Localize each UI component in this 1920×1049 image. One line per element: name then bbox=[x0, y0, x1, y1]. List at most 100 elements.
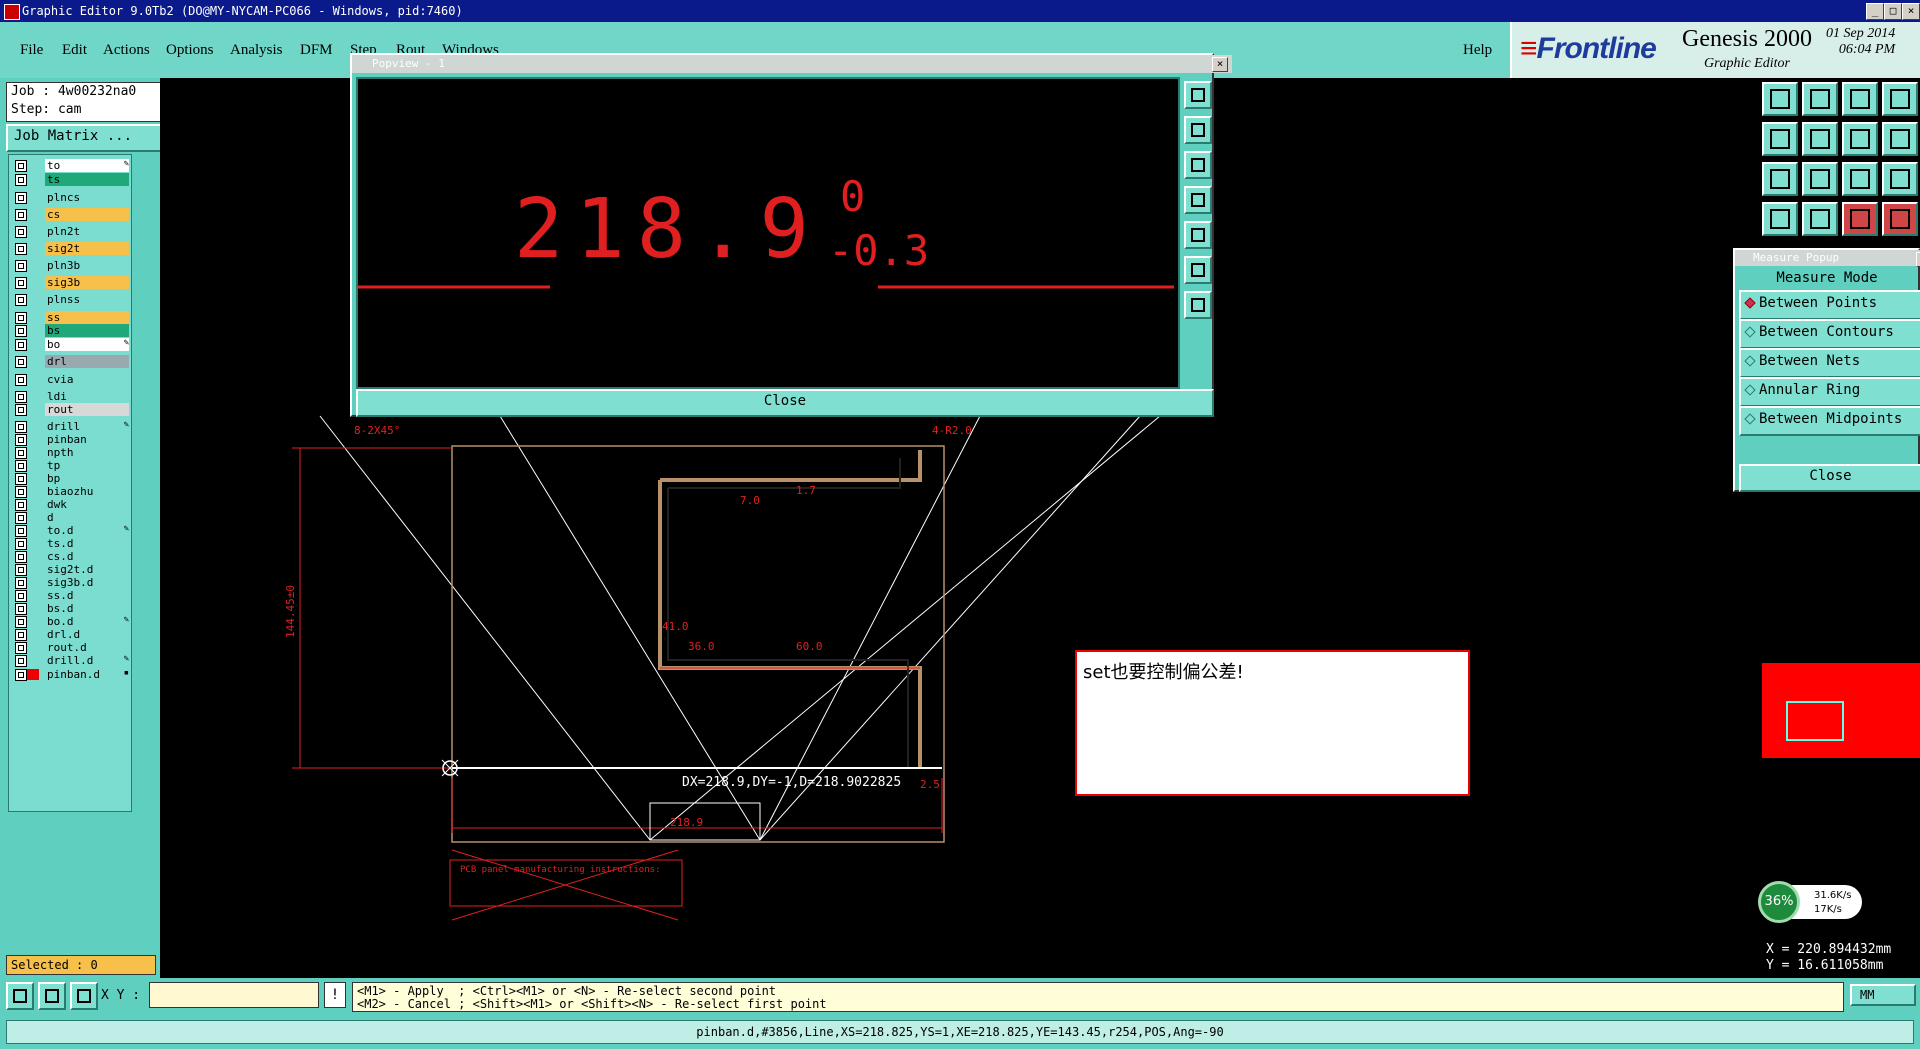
layer-name[interactable]: ts.d bbox=[45, 537, 129, 550]
xy-input[interactable] bbox=[149, 982, 319, 1008]
layer-name[interactable]: bp bbox=[45, 472, 129, 485]
layer-row[interactable]: pln3b bbox=[9, 259, 131, 273]
layer-checkbox[interactable] bbox=[15, 339, 27, 351]
layer-row[interactable]: sig2t bbox=[9, 242, 131, 256]
layer-name[interactable]: drill.d bbox=[45, 654, 129, 667]
layer-checkbox[interactable] bbox=[15, 209, 27, 221]
unit-selector[interactable]: MM bbox=[1850, 984, 1916, 1006]
layer-name[interactable]: plncs bbox=[45, 191, 129, 204]
layer-name[interactable]: drill bbox=[45, 420, 129, 433]
layer-row[interactable]: drill.d ✎ bbox=[9, 654, 131, 668]
alert-button[interactable]: ! bbox=[324, 982, 346, 1008]
layer-name[interactable]: ss bbox=[45, 311, 129, 324]
layer-row[interactable]: pln2t bbox=[9, 225, 131, 239]
measure-option-between-nets[interactable]: Between Nets bbox=[1739, 348, 1920, 378]
layer-checkbox[interactable] bbox=[15, 277, 27, 289]
angle-button[interactable] bbox=[38, 982, 66, 1010]
layer-checkbox[interactable] bbox=[15, 551, 27, 563]
overview-viewport[interactable] bbox=[1786, 701, 1844, 741]
popview-tool-button[interactable] bbox=[1184, 256, 1212, 284]
tool-button[interactable] bbox=[1762, 162, 1798, 196]
popview-tool-button[interactable] bbox=[1184, 221, 1212, 249]
tool-button[interactable] bbox=[1802, 122, 1838, 156]
snap-button[interactable] bbox=[6, 982, 34, 1010]
layer-name[interactable]: ts bbox=[45, 173, 129, 186]
layer-checkbox[interactable] bbox=[15, 590, 27, 602]
layer-name[interactable]: rout bbox=[45, 403, 129, 416]
layer-row[interactable]: ts.d bbox=[9, 537, 131, 551]
tool-button[interactable] bbox=[1762, 82, 1798, 116]
layer-row[interactable]: drl bbox=[9, 355, 131, 369]
measure-option-annular-ring[interactable]: Annular Ring bbox=[1739, 377, 1920, 407]
layer-checkbox[interactable] bbox=[15, 312, 27, 324]
tool-button[interactable] bbox=[1882, 162, 1918, 196]
layer-name[interactable]: tp bbox=[45, 459, 129, 472]
menu-dfm[interactable]: DFM bbox=[300, 42, 333, 59]
tool-button[interactable] bbox=[1842, 82, 1878, 116]
layer-checkbox[interactable] bbox=[15, 226, 27, 238]
layer-name[interactable]: rout.d bbox=[45, 641, 129, 654]
layer-checkbox[interactable] bbox=[15, 473, 27, 485]
tool-button[interactable] bbox=[1802, 82, 1838, 116]
layer-row[interactable]: cs.d bbox=[9, 550, 131, 564]
layer-row[interactable]: pinban bbox=[9, 433, 131, 447]
layer-row[interactable]: dwk bbox=[9, 498, 131, 512]
layer-row[interactable]: tp bbox=[9, 459, 131, 473]
layer-name[interactable]: plnss bbox=[45, 293, 129, 306]
layer-name[interactable]: cs.d bbox=[45, 550, 129, 563]
measure-option-between-midpoints[interactable]: Between Midpoints bbox=[1739, 406, 1920, 436]
grid-button[interactable] bbox=[70, 982, 98, 1010]
layer-checkbox[interactable] bbox=[15, 460, 27, 472]
layer-row[interactable]: plncs bbox=[9, 191, 131, 205]
layer-row[interactable]: biaozhu bbox=[9, 485, 131, 499]
layer-row[interactable]: rout bbox=[9, 403, 131, 417]
layer-checkbox[interactable] bbox=[15, 391, 27, 403]
layer-row[interactable]: npth bbox=[9, 446, 131, 460]
layer-checkbox[interactable] bbox=[15, 525, 27, 537]
tool-button-active[interactable] bbox=[1882, 202, 1918, 236]
menu-file[interactable]: File bbox=[20, 42, 43, 59]
measure-option-between-contours[interactable]: Between Contours bbox=[1739, 319, 1920, 349]
layer-row[interactable]: drl.d bbox=[9, 628, 131, 642]
layer-row[interactable]: bs.d bbox=[9, 602, 131, 616]
tool-button-active[interactable] bbox=[1842, 202, 1878, 236]
tool-button[interactable] bbox=[1842, 162, 1878, 196]
layer-checkbox[interactable] bbox=[15, 629, 27, 641]
layer-row[interactable]: d bbox=[9, 511, 131, 525]
layer-row[interactable]: bs bbox=[9, 324, 131, 338]
layer-name[interactable]: ldi bbox=[45, 390, 129, 403]
layer-name[interactable]: pln2t bbox=[45, 225, 129, 238]
layer-name[interactable]: cvia bbox=[45, 373, 129, 386]
layer-checkbox[interactable] bbox=[15, 174, 27, 186]
layer-name[interactable]: cs bbox=[45, 208, 129, 221]
layer-row[interactable]: sig2t.d bbox=[9, 563, 131, 577]
layer-name[interactable]: sig2t bbox=[45, 242, 129, 255]
layer-row[interactable]: cvia bbox=[9, 373, 131, 387]
layer-checkbox[interactable] bbox=[15, 447, 27, 459]
layer-row[interactable]: to ✎ bbox=[9, 159, 131, 173]
maximize-button[interactable]: □ bbox=[1884, 3, 1902, 20]
tool-button[interactable] bbox=[1762, 202, 1798, 236]
layer-checkbox[interactable] bbox=[15, 486, 27, 498]
popview-tool-button[interactable] bbox=[1184, 116, 1212, 144]
layer-checkbox[interactable] bbox=[15, 356, 27, 368]
layer-row[interactable]: ts bbox=[9, 173, 131, 187]
layer-checkbox[interactable] bbox=[15, 260, 27, 272]
layer-checkbox[interactable] bbox=[15, 603, 27, 615]
popview-close-icon[interactable]: × bbox=[1212, 57, 1228, 72]
layer-row[interactable]: pinban.d ▪ bbox=[9, 668, 131, 682]
layer-name[interactable]: d bbox=[45, 511, 129, 524]
layer-row[interactable]: ss bbox=[9, 311, 131, 325]
layer-row[interactable]: plnss bbox=[9, 293, 131, 307]
layer-name[interactable]: bo bbox=[45, 338, 129, 351]
layer-name[interactable]: dwk bbox=[45, 498, 129, 511]
layer-checkbox[interactable] bbox=[15, 499, 27, 511]
popview-tool-button[interactable] bbox=[1184, 186, 1212, 214]
layer-row[interactable]: bo.d ✎ bbox=[9, 615, 131, 629]
layer-checkbox[interactable] bbox=[15, 642, 27, 654]
window-close-button[interactable]: × bbox=[1902, 3, 1920, 20]
layer-name[interactable]: pinban bbox=[45, 433, 129, 446]
measure-close-button[interactable]: Close bbox=[1739, 464, 1920, 492]
tool-button[interactable] bbox=[1762, 122, 1798, 156]
layer-row[interactable]: ldi bbox=[9, 390, 131, 404]
